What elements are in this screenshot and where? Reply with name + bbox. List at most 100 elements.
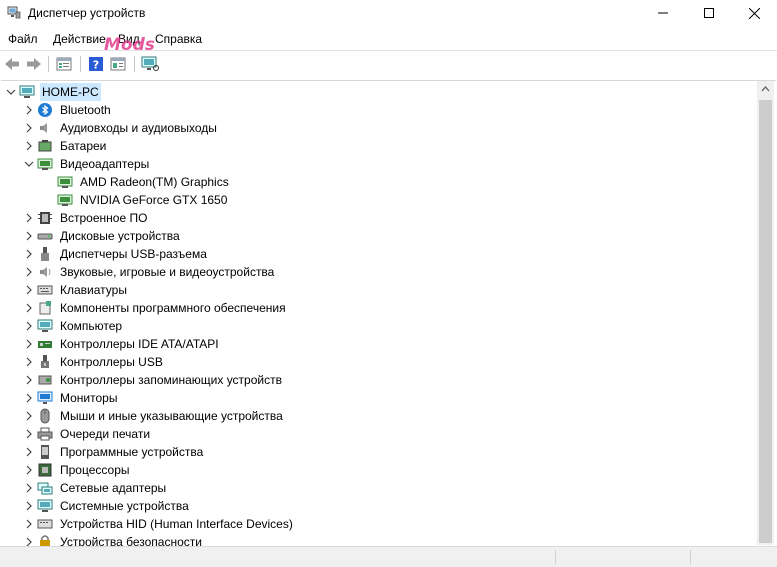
properties-icon bbox=[56, 57, 72, 71]
maximize-button[interactable] bbox=[686, 0, 732, 26]
tree-node[interactable]: Системные устройства bbox=[21, 497, 191, 515]
view-button[interactable] bbox=[108, 54, 128, 74]
tree-node-label: Очереди печати bbox=[60, 427, 151, 441]
chevron-right-icon[interactable] bbox=[21, 443, 37, 461]
software-device-icon bbox=[37, 444, 53, 460]
chevron-right-icon[interactable] bbox=[21, 515, 37, 533]
chevron-right-icon[interactable] bbox=[21, 119, 37, 137]
tree-node[interactable]: Встроенное ПО bbox=[21, 209, 149, 227]
chevron-right-icon[interactable] bbox=[21, 479, 37, 497]
battery-icon bbox=[37, 138, 53, 154]
tree-node[interactable]: Программные устройства bbox=[21, 443, 205, 461]
chevron-right-icon[interactable] bbox=[21, 299, 37, 317]
tree-node[interactable]: NVIDIA GeForce GTX 1650 bbox=[41, 191, 229, 209]
tree-node-label: Контроллеры IDE ATA/ATAPI bbox=[60, 337, 219, 351]
menu-file[interactable]: Файл bbox=[8, 32, 38, 46]
minimize-button[interactable] bbox=[640, 0, 686, 26]
chevron-right-icon[interactable] bbox=[21, 317, 37, 335]
tree-node[interactable]: Очереди печати bbox=[21, 425, 152, 443]
tree-node[interactable]: Звуковые, игровые и видеоустройства bbox=[21, 263, 276, 281]
device-tree: HOME-PC Bluetooth Аудиовходы и аудиовыходы… bbox=[1, 80, 776, 546]
close-button[interactable] bbox=[731, 0, 777, 26]
chevron-right-icon[interactable] bbox=[21, 209, 37, 227]
chevron-right-icon[interactable] bbox=[21, 353, 37, 371]
tree-node[interactable]: HOME-PC bbox=[3, 83, 101, 101]
chevron-right-icon[interactable] bbox=[21, 263, 37, 281]
tree-node-label: AMD Radeon(TM) Graphics bbox=[80, 175, 229, 189]
chevron-right-icon[interactable] bbox=[21, 533, 37, 546]
chevron-right-icon[interactable] bbox=[21, 227, 37, 245]
security-device-icon bbox=[37, 534, 53, 546]
tree-node[interactable]: Дисковые устройства bbox=[21, 227, 182, 245]
tree-node[interactable]: Аудиовходы и аудиовыходы bbox=[21, 119, 219, 137]
back-button[interactable] bbox=[2, 54, 22, 74]
scroll-up-icon[interactable] bbox=[757, 81, 774, 98]
chevron-right-icon[interactable] bbox=[21, 389, 37, 407]
scan-hardware-button[interactable] bbox=[140, 54, 160, 74]
vertical-scrollbar[interactable] bbox=[757, 81, 774, 545]
tree-node[interactable]: Мониторы bbox=[21, 389, 119, 407]
chevron-right-icon[interactable] bbox=[21, 101, 37, 119]
tree-node[interactable]: Видеоадаптеры bbox=[21, 155, 151, 173]
tree-node[interactable]: Компьютер bbox=[21, 317, 124, 335]
tree-node-label: Батареи bbox=[60, 139, 107, 153]
usb-connector-icon bbox=[37, 246, 53, 262]
toolbar-separator bbox=[48, 56, 49, 72]
menu-action[interactable]: Действие bbox=[53, 32, 106, 46]
title-bar: Диспетчер устройств bbox=[0, 0, 777, 26]
tree-node[interactable]: Компоненты программного обеспечения bbox=[21, 299, 288, 317]
chevron-right-icon[interactable] bbox=[21, 245, 37, 263]
chevron-right-icon[interactable] bbox=[21, 371, 37, 389]
arrow-left-icon bbox=[5, 58, 19, 70]
tree-node-label: Встроенное ПО bbox=[60, 211, 148, 225]
tree-node[interactable]: Батареи bbox=[21, 137, 108, 155]
chevron-right-icon[interactable] bbox=[21, 497, 37, 515]
tree-node-label: Мыши и иные указывающие устройства bbox=[60, 409, 283, 423]
hid-icon bbox=[37, 516, 53, 532]
tree-node[interactable]: Мыши и иные указывающие устройства bbox=[21, 407, 285, 425]
chevron-down-icon[interactable] bbox=[3, 83, 19, 101]
scrollbar-thumb[interactable] bbox=[759, 100, 772, 543]
bluetooth-icon bbox=[37, 102, 53, 118]
keyboard-icon bbox=[37, 282, 53, 298]
chevron-right-icon[interactable] bbox=[21, 407, 37, 425]
help-button[interactable]: ? bbox=[86, 54, 106, 74]
tree-node[interactable]: Устройства HID (Human Interface Devices) bbox=[21, 515, 295, 533]
tree-node-label: Диспетчеры USB-разъема bbox=[60, 247, 207, 261]
processor-icon bbox=[37, 462, 53, 478]
chevron-right-icon[interactable] bbox=[21, 425, 37, 443]
tree-node[interactable]: Контроллеры USB bbox=[21, 353, 165, 371]
tree-node[interactable]: Диспетчеры USB-разъема bbox=[21, 245, 209, 263]
tree-node[interactable]: Клавиатуры bbox=[21, 281, 129, 299]
ide-controller-icon bbox=[37, 336, 53, 352]
chevron-down-icon[interactable] bbox=[21, 155, 37, 173]
firmware-icon bbox=[37, 210, 53, 226]
tree-node[interactable]: Устройства безопасности bbox=[21, 533, 204, 546]
tree-node[interactable]: Контроллеры запоминающих устройств bbox=[21, 371, 284, 389]
speaker-icon bbox=[37, 120, 53, 136]
tree-node[interactable]: Процессоры bbox=[21, 461, 132, 479]
scan-hardware-icon bbox=[141, 56, 159, 71]
properties-button[interactable] bbox=[54, 54, 74, 74]
chevron-right-icon[interactable] bbox=[21, 461, 37, 479]
chevron-right-icon[interactable] bbox=[21, 281, 37, 299]
status-bar bbox=[0, 546, 777, 567]
tree-node-label: Контроллеры USB bbox=[60, 355, 163, 369]
toolbar-separator bbox=[80, 56, 81, 72]
tree-node[interactable]: Bluetooth bbox=[21, 101, 113, 119]
forward-button[interactable] bbox=[24, 54, 44, 74]
menu-help[interactable]: Справка bbox=[155, 32, 202, 46]
tree-node-label: Клавиатуры bbox=[60, 283, 127, 297]
tree-node-label: Аудиовходы и аудиовыходы bbox=[60, 121, 217, 135]
monitor-icon bbox=[37, 390, 53, 406]
status-divider bbox=[690, 550, 691, 564]
tree-node-label: Контроллеры запоминающих устройств bbox=[60, 373, 282, 387]
tree-node[interactable]: AMD Radeon(TM) Graphics bbox=[41, 173, 231, 191]
chevron-right-icon[interactable] bbox=[21, 137, 37, 155]
tree-node[interactable]: Сетевые адаптеры bbox=[21, 479, 168, 497]
chevron-right-icon[interactable] bbox=[21, 335, 37, 353]
tree-node[interactable]: Контроллеры IDE ATA/ATAPI bbox=[21, 335, 221, 353]
tree-node-label: Дисковые устройства bbox=[60, 229, 180, 243]
tree-node-label: HOME-PC bbox=[40, 83, 101, 101]
